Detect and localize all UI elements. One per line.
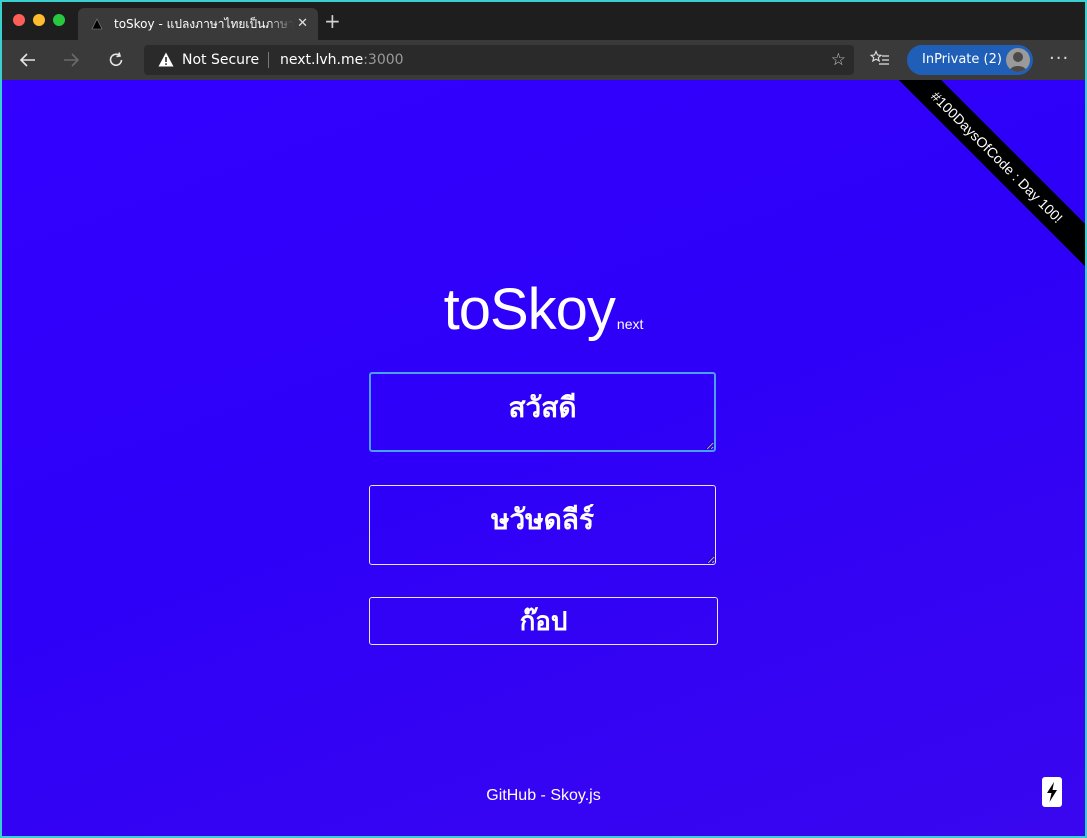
url-host: next.lvh.me [280, 52, 364, 68]
tab-title: toSkoy - แปลงภาษาไทยเป็นภาษาสกอย [114, 16, 294, 31]
new-tab-button[interactable]: + [324, 9, 341, 33]
warning-icon[interactable] [158, 52, 174, 71]
triangle-favicon-icon [90, 17, 104, 31]
avatar [1006, 48, 1030, 72]
refresh-icon[interactable] [104, 48, 128, 72]
star-icon[interactable]: ☆ [831, 50, 846, 70]
favorites-icon[interactable] [869, 50, 890, 72]
close-tab-icon[interactable]: ✕ [297, 16, 308, 31]
thai-input-field[interactable]: สวัสดี [369, 372, 716, 452]
logo-main: toSkoy [443, 277, 616, 342]
address-divider [268, 52, 269, 68]
tab-active[interactable]: toSkoy - แปลงภาษาไทยเป็นภาษาสกอย ✕ [78, 8, 318, 40]
address-bar[interactable]: Not Secure next.lvh.me:3000 ☆ [144, 45, 854, 75]
page-content: #100DaysOfCode : Day 100! toSkoy next สวั… [2, 80, 1085, 836]
inprivate-label: InPrivate (2) [922, 52, 1002, 67]
maximize-window-button[interactable] [53, 14, 65, 26]
inprivate-button[interactable]: InPrivate (2) [907, 45, 1033, 75]
day-ribbon[interactable]: #100DaysOfCode : Day 100! [887, 80, 1085, 267]
back-arrow-icon[interactable] [16, 48, 40, 72]
logo-sub: next [616, 316, 644, 332]
browser-toolbar: Not Secure next.lvh.me:3000 ☆ InPrivate … [2, 40, 1085, 80]
forward-arrow-icon[interactable] [59, 48, 83, 72]
github-link[interactable]: GitHub - Skoy.js [2, 787, 1085, 805]
browser-window: toSkoy - แปลงภาษาไทยเป็นภาษาสกอย ✕ + Not… [2, 2, 1085, 836]
skoy-output-field[interactable]: ษวัษดลีร์ [369, 485, 716, 565]
more-icon[interactable]: ··· [1049, 48, 1069, 69]
security-label[interactable]: Not Secure [182, 52, 259, 68]
page-title: toSkoy next [2, 276, 1085, 343]
url-text[interactable]: next.lvh.me:3000 [280, 52, 404, 68]
url-port: :3000 [363, 52, 404, 68]
minimize-window-button[interactable] [33, 14, 45, 26]
lightning-icon[interactable] [1042, 777, 1062, 807]
copy-button[interactable]: ก๊อป [369, 597, 718, 645]
tab-strip: toSkoy - แปลงภาษาไทยเป็นภาษาสกอย ✕ + [2, 2, 1085, 40]
close-window-button[interactable] [13, 14, 25, 26]
